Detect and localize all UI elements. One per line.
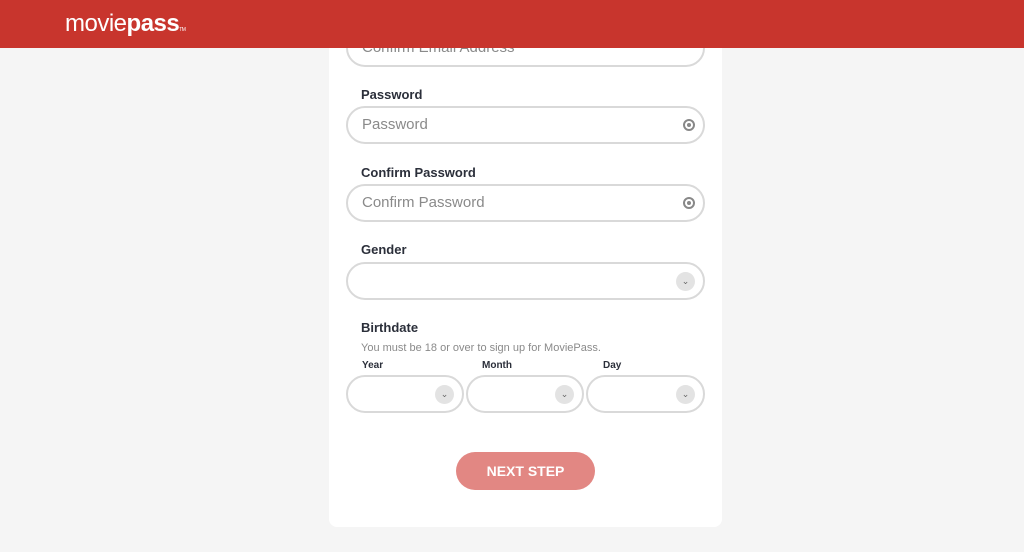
password-input[interactable]: Password — [346, 106, 705, 144]
day-label: Day — [603, 360, 622, 371]
password-label: Password — [361, 87, 423, 102]
day-select[interactable]: ⌄ — [586, 375, 705, 413]
chevron-down-icon: ⌄ — [676, 272, 695, 291]
confirm-password-placeholder: Confirm Password — [362, 194, 485, 211]
chevron-down-icon: ⌄ — [676, 385, 695, 404]
birthdate-note: You must be 18 or over to sign up for Mo… — [361, 342, 601, 354]
show-password-icon[interactable] — [683, 119, 695, 131]
gender-label: Gender — [361, 242, 407, 257]
gender-select[interactable]: ⌄ — [346, 262, 705, 300]
confirm-password-label: Confirm Password — [361, 165, 476, 180]
chevron-down-icon: ⌄ — [435, 385, 454, 404]
year-select[interactable]: ⌄ — [346, 375, 464, 413]
month-select[interactable]: ⌄ — [466, 375, 584, 413]
moviepass-logo[interactable]: moviepassTM — [65, 10, 186, 38]
birthdate-label: Birthdate — [361, 320, 419, 335]
chevron-down-icon: ⌄ — [555, 385, 574, 404]
header: moviepassTM — [0, 0, 1024, 48]
next-step-button[interactable]: NEXT STEP — [456, 452, 595, 490]
show-password-icon[interactable] — [683, 197, 695, 209]
month-label: Month — [482, 360, 512, 371]
confirm-password-input[interactable]: Confirm Password — [346, 184, 705, 222]
password-placeholder: Password — [362, 116, 428, 133]
year-label: Year — [362, 360, 384, 371]
